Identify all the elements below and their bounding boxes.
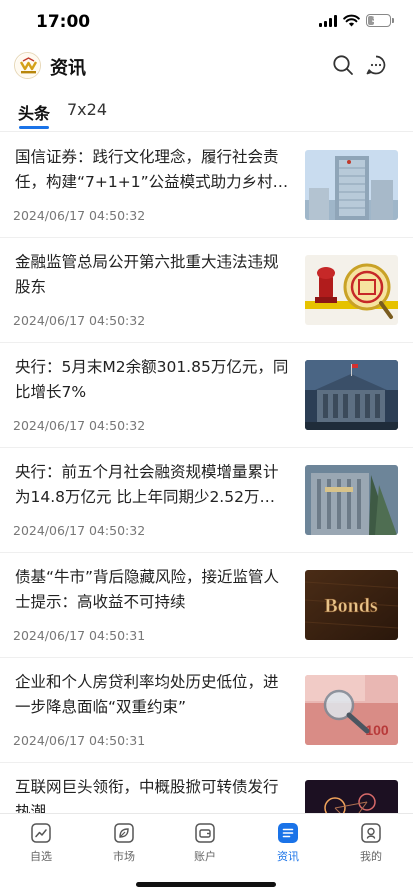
profile-icon [361, 823, 381, 843]
news-time: 2024/06/17 04:50:32 [13, 313, 146, 328]
home-indicator [136, 882, 276, 887]
status-icons: 30 [319, 14, 394, 27]
news-title: 企业和个人房贷利率均处历史低位，进一步降息面临“双重约束” [15, 673, 279, 716]
news-title: 国信证券：践行文化理念，履行社会责任，构建“7+1+1”公益模式助力乡村振兴 [15, 148, 289, 191]
news-thumbnail [305, 360, 398, 430]
news-item[interactable]: 央行：前五个月社会融资规模增量累计为14.8万亿元 比上年同期少2.52万亿元 … [0, 448, 413, 553]
news-thumbnail [305, 255, 398, 325]
news-title: 金融监管总局公开第六批重大违法违规股东 [15, 253, 279, 296]
news-time: 2024/06/17 04:50:31 [13, 628, 146, 643]
tab-bar-news[interactable]: 资讯 [258, 822, 318, 864]
news-thumbnail: Bonds [305, 570, 398, 640]
tab-bar-label: 账户 [194, 850, 216, 863]
tab-bar-market[interactable]: 市场 [94, 822, 154, 864]
search-button[interactable] [331, 53, 355, 77]
wallet-icon [195, 823, 215, 843]
battery-level: 30 [371, 14, 386, 25]
tab-bar-watchlist[interactable]: 自选 [11, 822, 71, 864]
news-item[interactable]: 债基“牛市”背后隐藏风险，接近监管人士提示：高收益不可持续 2024/06/17… [0, 553, 413, 658]
tab-bar-label: 自选 [30, 850, 52, 863]
news-item[interactable]: 互联网巨头领衔，中概股掀可转债发行热潮 [0, 763, 413, 813]
news-list: 国信证券：践行文化理念，履行社会责任，构建“7+1+1”公益模式助力乡村振兴 2… [0, 133, 413, 813]
news-thumbnail [305, 780, 398, 813]
news-thumbnail [305, 465, 398, 535]
search-icon [333, 55, 353, 75]
tab-headlines[interactable]: 头条 [18, 100, 50, 124]
tab-bar-label: 资讯 [277, 850, 299, 863]
brokerage-logo-icon [14, 52, 41, 79]
tab-7x24[interactable]: 7x24 [67, 100, 107, 119]
news-title: 债基“牛市”背后隐藏风险，接近监管人士提示：高收益不可持续 [15, 568, 280, 611]
bonds-thumbnail-text: Bonds [324, 595, 378, 617]
chat-bubble-icon [366, 55, 386, 75]
news-item[interactable]: 央行：5月末M2余额301.85万亿元，同比增长7% 2024/06/17 04… [0, 343, 413, 448]
status-time: 17:00 [36, 12, 91, 32]
news-title: 央行：前五个月社会融资规模增量累计为14.8万亿元 比上年同期少2.52万亿元 [15, 463, 279, 506]
tab-bar-account[interactable]: 账户 [175, 822, 235, 864]
tab-bar-profile[interactable]: 我的 [341, 822, 401, 864]
news-item[interactable]: 金融监管总局公开第六批重大违法违规股东 2024/06/17 04:50:32 [0, 238, 413, 343]
message-button[interactable] [364, 53, 388, 77]
status-bar: 17:00 30 [0, 0, 413, 44]
leaf-market-icon [114, 823, 134, 843]
app-header: 资讯 [0, 48, 413, 88]
tab-bar-label: 我的 [360, 850, 382, 863]
chart-line-icon [31, 823, 51, 843]
news-time: 2024/06/17 04:50:31 [13, 733, 146, 748]
news-thumbnail [305, 150, 398, 220]
news-time: 2024/06/17 04:50:32 [13, 523, 146, 538]
tab-bar-label: 市场 [113, 850, 135, 863]
cellular-signal-icon [319, 14, 337, 27]
news-item[interactable]: 国信证券：践行文化理念，履行社会责任，构建“7+1+1”公益模式助力乡村振兴 2… [0, 133, 413, 238]
news-time: 2024/06/17 04:50:32 [13, 418, 146, 433]
wifi-icon [343, 14, 360, 27]
news-icon [278, 823, 298, 843]
page-title: 资讯 [50, 58, 86, 79]
battery-icon: 30 [366, 14, 394, 27]
news-item[interactable]: 企业和个人房贷利率均处历史低位，进一步降息面临“双重约束” 2024/06/17… [0, 658, 413, 763]
news-title: 央行：5月末M2余额301.85万亿元，同比增长7% [15, 358, 289, 401]
news-time: 2024/06/17 04:50:32 [13, 208, 146, 223]
news-title: 互联网巨头领衔，中概股掀可转债发行热潮 [15, 778, 279, 813]
news-tabs: 头条 7x24 [0, 96, 413, 132]
news-thumbnail: 100 [305, 675, 398, 745]
active-tab-indicator [19, 126, 49, 129]
